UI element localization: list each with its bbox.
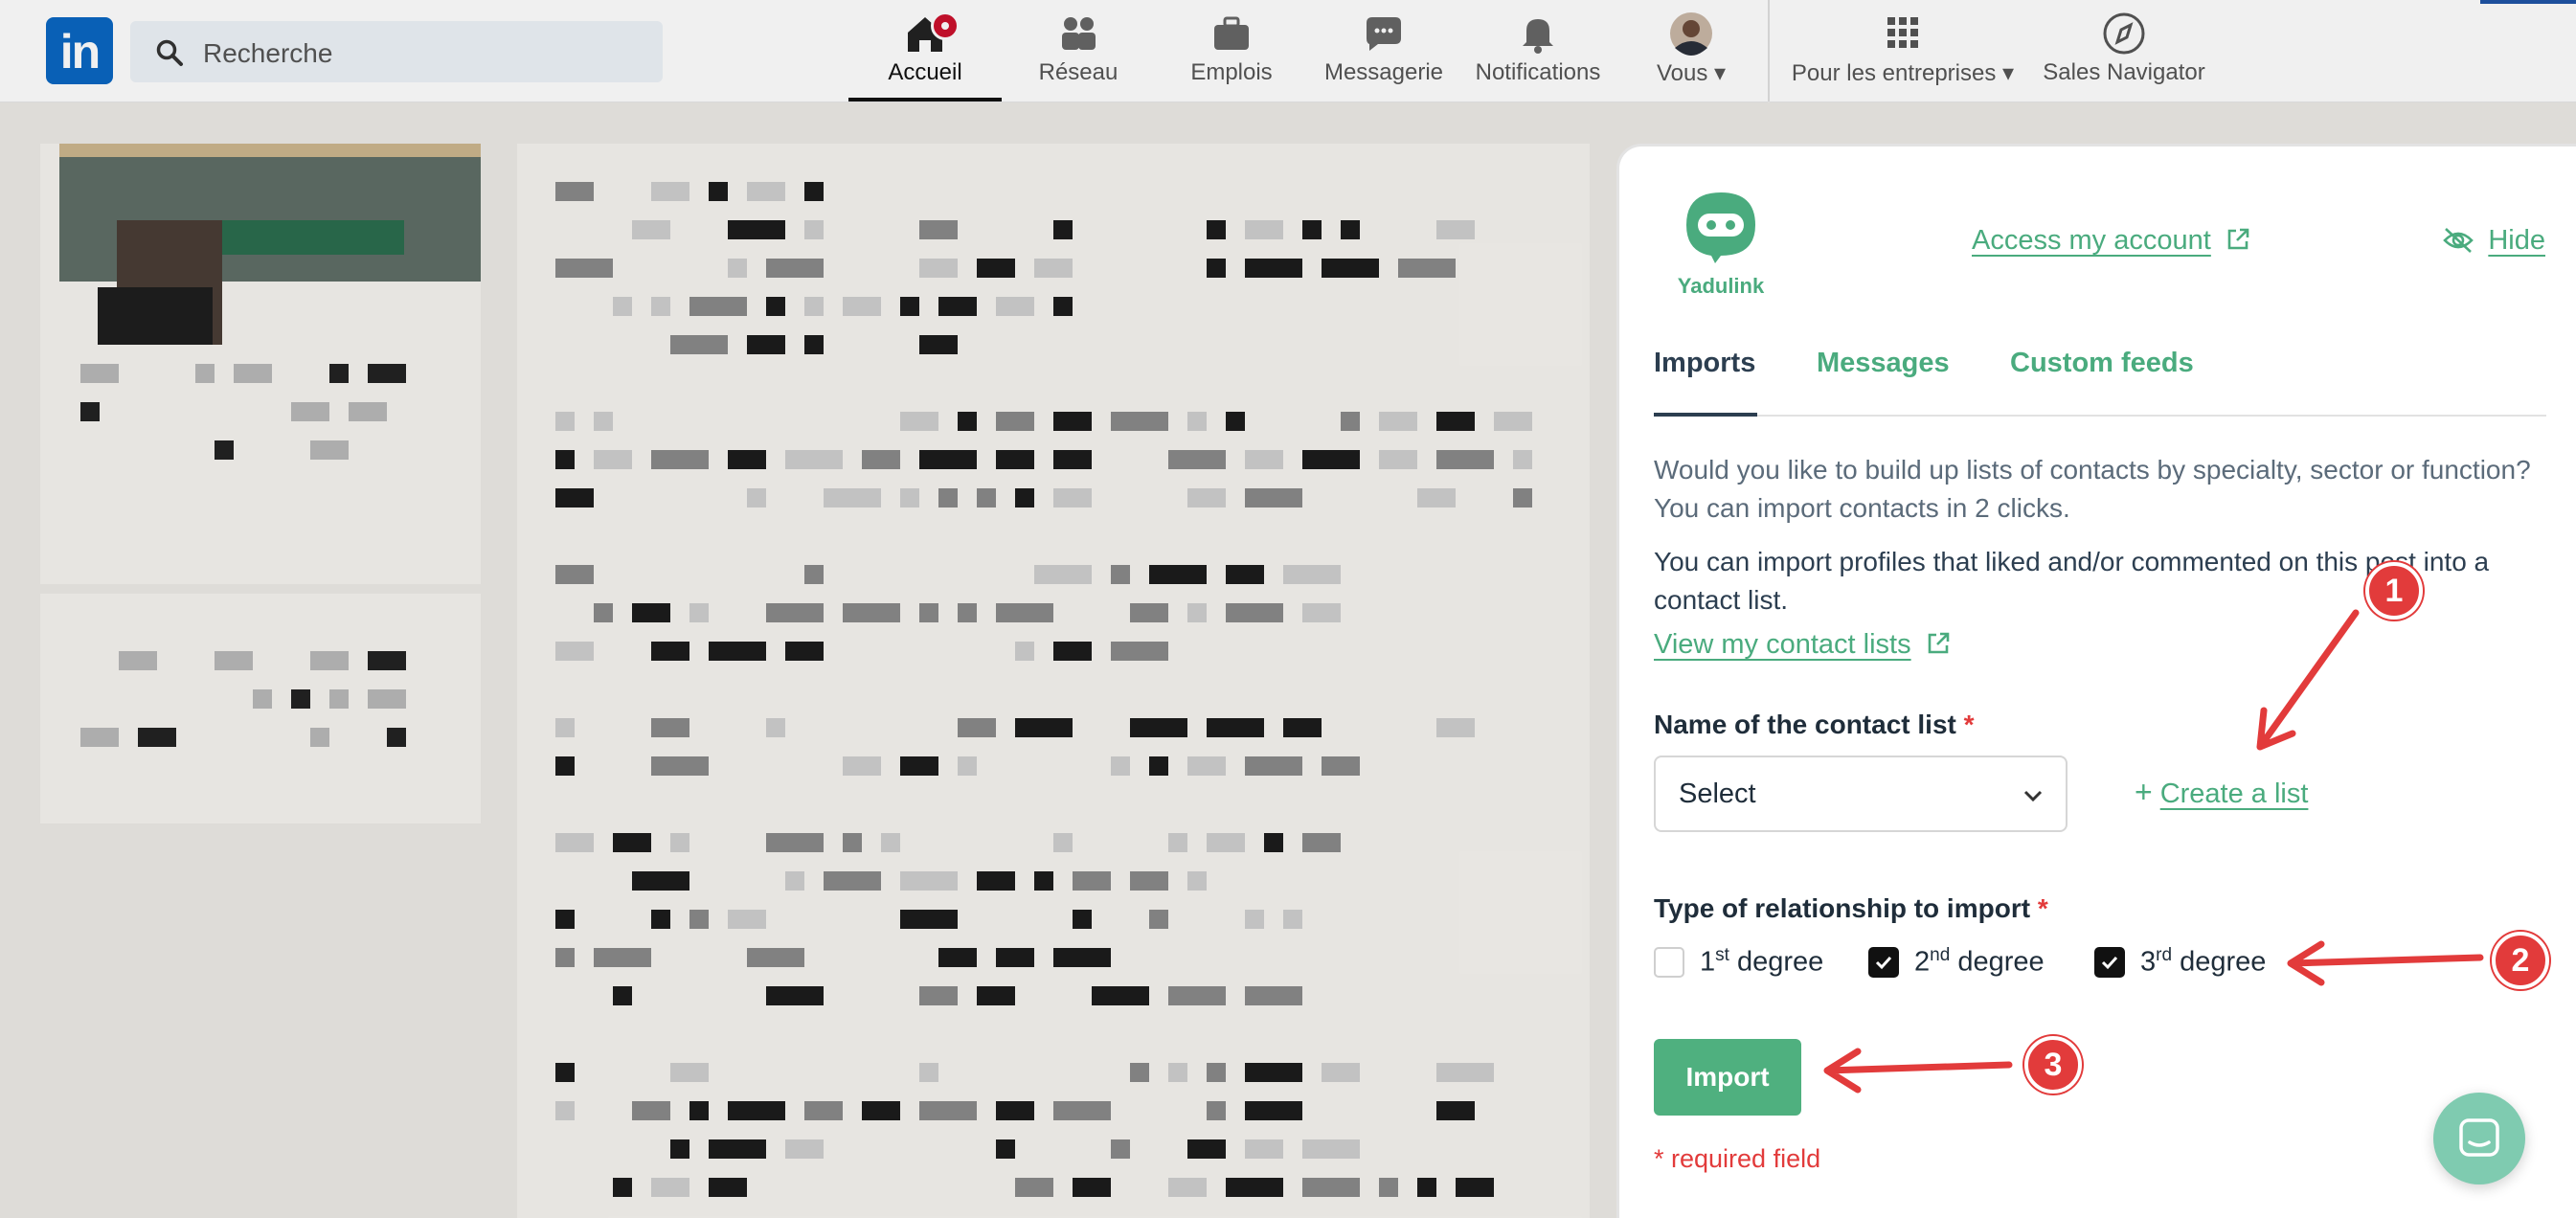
relationship-label: Type of relationship to import *: [1654, 893, 2048, 924]
robot-icon: [1686, 192, 1755, 263]
linkedin-topbar: in Recherche Accueil Réseau Emplois Mess…: [0, 0, 2576, 102]
degree-suffix: nd: [1930, 945, 1951, 965]
step-marker-2: 2: [2492, 932, 2549, 989]
access-account-label: Access my account: [1972, 225, 2211, 256]
overlay-shade: [0, 0, 2576, 102]
step-marker-1: 1: [2365, 562, 2423, 620]
access-account-link[interactable]: Access my account: [1972, 225, 2251, 257]
list-name-text: Name of the contact list: [1654, 710, 1956, 739]
relationship-text: Type of relationship to import: [1654, 893, 2031, 923]
external-link-icon: [2227, 228, 2249, 250]
degree-word: degree: [1736, 946, 1824, 978]
brand-name: Yadulink: [1677, 274, 1765, 298]
contact-list-select[interactable]: Select: [1654, 756, 2068, 832]
step-marker-3: 3: [2024, 1036, 2082, 1094]
list-name-label: Name of the contact list *: [1654, 710, 1975, 740]
eye-off-icon: [2443, 228, 2474, 253]
yadulink-logo: Yadulink: [1673, 189, 1769, 299]
tab-messages[interactable]: Messages: [1817, 348, 1950, 417]
degree-num: 2: [1914, 946, 1931, 978]
import-button[interactable]: Import: [1654, 1039, 1801, 1116]
degree-suffix: st: [1715, 945, 1729, 965]
external-link-icon: [1928, 632, 1949, 654]
chat-icon: [2459, 1118, 2499, 1157]
chevron-down-icon: [2023, 790, 2043, 802]
plus-icon: +: [2135, 775, 2153, 809]
degree-3-checkbox[interactable]: [2094, 947, 2125, 978]
yadulink-panel: Yadulink Access my account Hide Imports …: [1616, 144, 2576, 1218]
degree-num: 1: [1700, 946, 1716, 978]
check-icon: [1875, 956, 1892, 970]
degree-1-checkbox[interactable]: [1654, 947, 1684, 978]
create-list-link[interactable]: + Create a list: [2135, 775, 2308, 810]
intro-text: Would you like to build up lists of cont…: [1654, 455, 2531, 523]
chat-launcher-button[interactable]: [2433, 1093, 2525, 1184]
panel-tabs: Imports Messages Custom feeds: [1654, 348, 2546, 417]
hide-label: Hide: [2488, 225, 2545, 256]
required-asterisk: *: [1963, 710, 1975, 739]
tab-custom-feeds[interactable]: Custom feeds: [2010, 348, 2194, 417]
check-icon: [2101, 956, 2118, 970]
required-asterisk: *: [2037, 893, 2048, 923]
hide-button[interactable]: Hide: [2442, 225, 2545, 257]
required-field-note: * required field: [1654, 1144, 1821, 1173]
create-list-label: Create a list: [2159, 778, 2309, 809]
view-lists-label: View my contact lists: [1654, 629, 1911, 660]
degree-word: degree: [1957, 946, 2045, 978]
select-value: Select: [1679, 778, 1756, 809]
degree-2-checkbox[interactable]: [1868, 947, 1899, 978]
window-strip: [2480, 0, 2576, 4]
tab-imports[interactable]: Imports: [1654, 348, 1757, 417]
degree-num: 3: [2140, 946, 2157, 978]
degree-suffix: rd: [2156, 945, 2173, 965]
view-contact-lists-link[interactable]: View my contact lists: [1654, 629, 1952, 661]
degree-word: degree: [2180, 946, 2267, 978]
